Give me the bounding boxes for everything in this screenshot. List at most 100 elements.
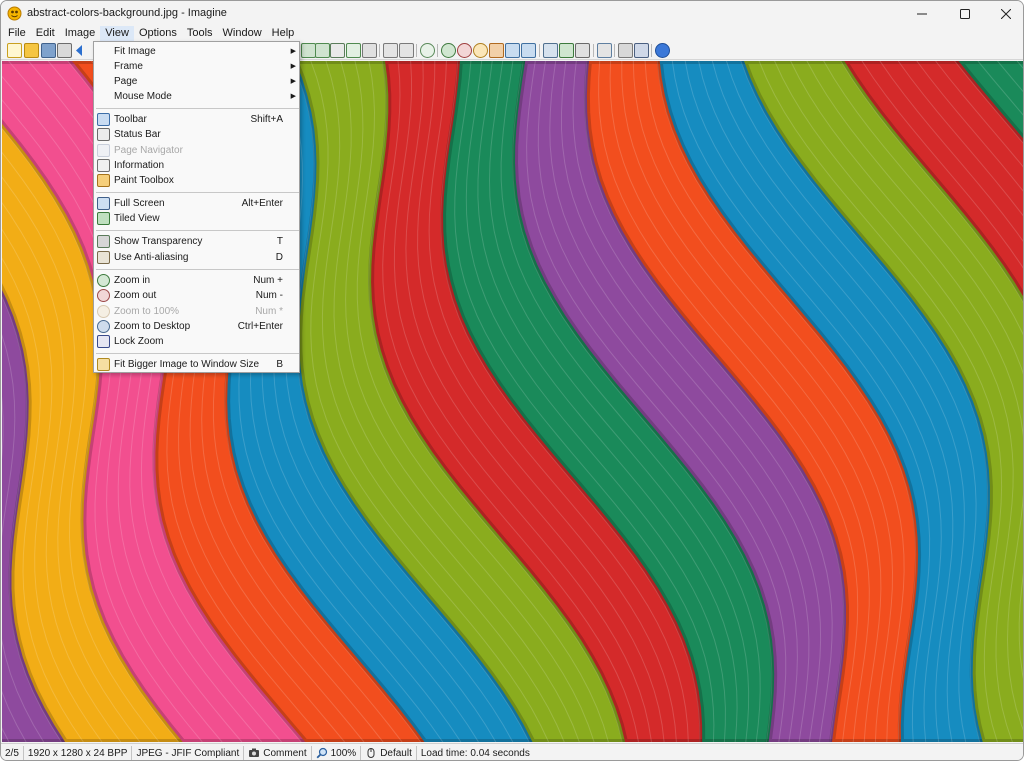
settings-wrench-icon[interactable] (597, 43, 612, 58)
adjust-icon[interactable] (362, 43, 377, 58)
submenu-arrow-icon: ▶ (290, 63, 296, 70)
view-menu-item[interactable]: Fit Bigger Image to Window Size B (94, 357, 299, 372)
batch-icon[interactable] (399, 43, 414, 58)
back-arrow-icon (76, 45, 82, 56)
zoom-100-icon[interactable] (473, 43, 488, 58)
print-icon[interactable] (57, 43, 72, 58)
menu-bar: File Edit Image View Options Tools Windo… (1, 26, 1023, 41)
full-screen-icon[interactable] (543, 43, 558, 58)
toolbar-separator (416, 44, 417, 57)
view-menu-item[interactable]: Show Transparency T (94, 234, 299, 249)
paint-palette-icon (97, 174, 110, 187)
mouse-icon (367, 748, 375, 758)
toolbar-separator (379, 44, 380, 57)
crop-icon[interactable] (346, 43, 361, 58)
view-menu-item[interactable]: Zoom out Num - (94, 288, 299, 303)
view-menu-item-label: Fit Image (114, 46, 156, 57)
view-menu-item-shortcut: B (276, 359, 283, 370)
menu-file[interactable]: File (3, 26, 31, 41)
status-zoom-text: 100% (330, 747, 357, 759)
monitor-icon (97, 197, 110, 210)
status-mode-text: Default (380, 747, 412, 759)
toolbar-separator (614, 44, 615, 57)
refresh-icon[interactable] (420, 43, 435, 58)
view-menu-item[interactable]: Information (94, 158, 299, 173)
fit-width-icon[interactable] (505, 43, 520, 58)
maximize-button[interactable] (948, 1, 982, 26)
zoom-in-icon (97, 274, 110, 287)
view-menu-item[interactable]: Fit Image ▶ (94, 44, 299, 59)
menu-view[interactable]: View (100, 26, 134, 41)
submenu-arrow-icon: ▶ (290, 78, 296, 85)
fit-height-icon[interactable] (521, 43, 536, 58)
minimize-icon (917, 13, 927, 14)
menu-window[interactable]: Window (218, 26, 267, 41)
window-icon[interactable] (634, 43, 649, 58)
view-menu-dropdown: Fit Image ▶ Frame ▶ Page ▶ Mouse Mode ▶ Toolbar S… (93, 41, 300, 373)
view-menu-item-label: Frame (114, 61, 143, 72)
menu-image[interactable]: Image (60, 26, 101, 41)
previous-arrow-icon[interactable] (74, 43, 84, 58)
view-menu-item-shortcut: D (275, 252, 283, 263)
save-all-icon[interactable] (41, 43, 56, 58)
slideshow-icon[interactable] (559, 43, 574, 58)
view-menu-item-label: Page (114, 76, 138, 87)
open-folder-icon[interactable] (24, 43, 39, 58)
view-menu-item[interactable]: Zoom in Num + (94, 273, 299, 288)
status-zoom[interactable]: 100% (312, 745, 362, 760)
status-format: JPEG - JFIF Compliant (132, 745, 245, 760)
menu-edit[interactable]: Edit (31, 26, 60, 41)
status-bar: 2/5 1920 x 1280 x 24 BPP JPEG - JFIF Com… (1, 743, 1023, 760)
window-title: abstract-colors-background.jpg - Imagine (27, 7, 227, 19)
resize-icon[interactable] (330, 43, 345, 58)
compare-icon[interactable] (383, 43, 398, 58)
view-menu-item-label: Fit Bigger Image to Window Size (114, 359, 260, 370)
zoom-out-icon[interactable] (457, 43, 472, 58)
plugins-icon[interactable] (618, 43, 633, 58)
anti-aliasing-icon (97, 251, 110, 264)
minimize-button[interactable] (905, 1, 939, 26)
status-mode[interactable]: Default (361, 745, 417, 760)
view-menu-item[interactable]: Page ▶ (94, 74, 299, 89)
view-menu-item[interactable]: Toolbar Shift+A (94, 112, 299, 127)
zoom-out-icon (97, 289, 110, 302)
view-menu-item[interactable]: Mouse Mode ▶ (94, 89, 299, 104)
tiles-icon (97, 212, 110, 225)
status-comment-text: Comment (263, 747, 307, 759)
view-menu-item[interactable]: Zoom to Desktop Ctrl+Enter (94, 319, 299, 334)
status-dimensions-text: 1920 x 1280 x 24 BPP (27, 747, 128, 759)
view-menu-item[interactable]: Tiled View (94, 211, 299, 226)
view-menu-item-label: Page Navigator (114, 145, 183, 156)
lock-zoom-icon (97, 335, 110, 348)
menu-options[interactable]: Options (134, 26, 182, 41)
status-dimensions: 1920 x 1280 x 24 BPP (24, 745, 133, 760)
view-menu-item[interactable]: Frame ▶ (94, 59, 299, 74)
view-menu-item[interactable]: Status Bar (94, 127, 299, 142)
status-comment[interactable]: Comment (244, 745, 312, 760)
rotate-icon[interactable] (301, 43, 316, 58)
view-menu-item[interactable]: Lock Zoom (94, 334, 299, 349)
close-button[interactable] (989, 1, 1023, 26)
view-menu-item[interactable]: Use Anti-aliasing D (94, 250, 299, 265)
view-menu-item[interactable]: Full Screen Alt+Enter (94, 196, 299, 211)
menu-tools[interactable]: Tools (182, 26, 218, 41)
zoom-in-icon[interactable] (441, 43, 456, 58)
view-menu-item: Page Navigator (94, 143, 299, 158)
menu-help[interactable]: Help (267, 26, 300, 41)
paint-icon[interactable] (575, 43, 590, 58)
fit-image-icon[interactable] (489, 43, 504, 58)
page-navigator-icon (97, 144, 110, 157)
imagine-logo-icon (7, 6, 22, 21)
magnifier-icon (316, 747, 327, 759)
view-menu-item-label: Information (114, 160, 165, 171)
view-menu-item-shortcut: Num + (253, 275, 283, 286)
menu-separator (96, 108, 299, 109)
view-menu-item-label: Lock Zoom (114, 336, 164, 347)
view-menu-item-label: Show Transparency (114, 236, 203, 247)
flip-icon[interactable] (315, 43, 330, 58)
help-icon[interactable] (655, 43, 670, 58)
new-icon[interactable] (7, 43, 22, 58)
title-bar[interactable]: abstract-colors-background.jpg - Imagine (1, 1, 1023, 26)
view-menu-item[interactable]: Paint Toolbox (94, 173, 299, 188)
status-load-time-text: Load time: 0.04 seconds (420, 747, 530, 759)
